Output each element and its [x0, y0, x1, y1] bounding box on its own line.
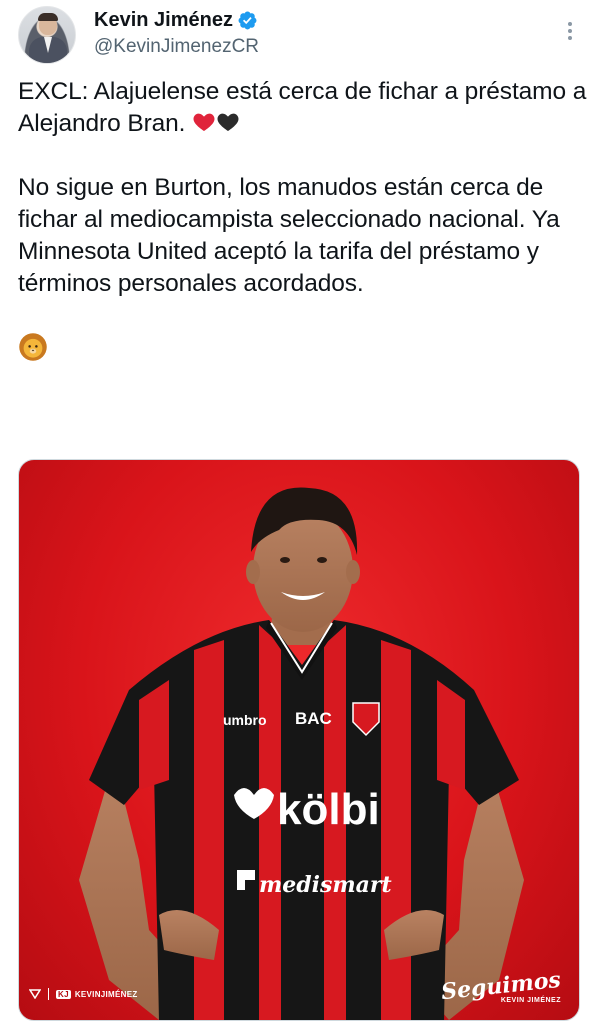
watermark-left-text: KEVINJIMÉNEZ	[74, 989, 138, 999]
tweet-text: EXCL: Alajuelense está cerca de fichar a…	[18, 76, 588, 368]
verified-badge-icon	[238, 11, 257, 30]
tweet-paragraph-3	[18, 332, 588, 368]
author-display-name[interactable]: Kevin Jiménez	[94, 9, 233, 32]
author-handle[interactable]: @KevinJimenezCR	[94, 36, 259, 58]
author-name-row: Kevin Jiménez	[94, 9, 258, 32]
jersey-sponsor-small-text: BAC	[295, 709, 332, 728]
more-options-icon[interactable]	[567, 22, 573, 42]
jersey-brand-text: umbro	[223, 712, 267, 728]
brand-mark-icon	[29, 989, 41, 999]
tweet-paragraph-2: No sigue en Burton, los manudos están ce…	[18, 174, 560, 297]
kj-mark: KJ	[56, 989, 71, 999]
tweet-media-image[interactable]: umbro BAC kölbi medismart KJ KEVINJIMÉNE…	[18, 459, 580, 1021]
player-photo: umbro BAC kölbi medismart	[79, 487, 524, 1020]
tweet-paragraph-1: EXCL: Alajuelense está cerca de fichar a…	[18, 78, 587, 137]
black-heart-emoji-icon	[217, 113, 239, 131]
watermark-right: Seguimos KEVIN JIMÉNEZ	[440, 967, 562, 1005]
jersey-sponsor-lower-text: medismart	[259, 872, 392, 898]
watermark-left: KJ KEVINJIMÉNEZ	[29, 988, 138, 1000]
red-heart-emoji-icon	[193, 113, 215, 131]
avatar[interactable]	[18, 6, 76, 64]
jersey-sponsor-main-text: kölbi	[277, 785, 380, 834]
lion-face-emoji-icon	[19, 333, 47, 361]
tweet-header: Kevin Jiménez @KevinJimenezCR	[18, 6, 587, 66]
